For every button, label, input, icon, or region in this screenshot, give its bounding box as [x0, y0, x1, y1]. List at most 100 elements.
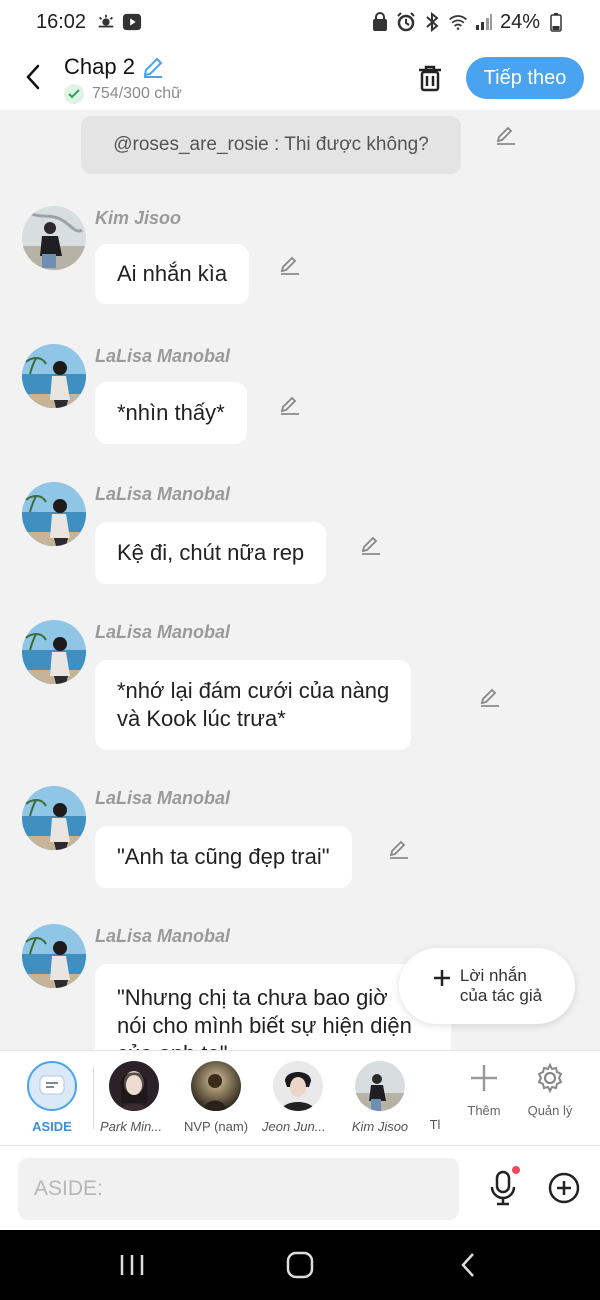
- mic-button[interactable]: [484, 1166, 522, 1208]
- author-note-line: của tác giả: [459, 986, 543, 1005]
- message-line: nói cho mình biết sự hiện diện: [117, 1013, 412, 1038]
- message-bubble[interactable]: Kệ đi, chút nữa rep: [95, 522, 327, 584]
- home-button[interactable]: [280, 1250, 320, 1280]
- weather-icon: [96, 12, 116, 32]
- avatar[interactable]: [22, 482, 86, 546]
- word-count: 754/300 chữ: [92, 85, 182, 102]
- avatar: [273, 1061, 323, 1111]
- add-character-button[interactable]: Thêm: [462, 1063, 506, 1118]
- next-button[interactable]: Tiếp theo: [466, 57, 584, 99]
- character-partial[interactable]: Tl: [428, 1117, 442, 1132]
- status-time: 16:02: [36, 10, 87, 33]
- character-bar: ASIDE Park Min... NVP (nam) Jeon Jun... …: [0, 1050, 600, 1145]
- sender-name: Kim Jisoo: [95, 208, 182, 228]
- message-line: Ai nhắn kìa: [117, 261, 228, 286]
- header: Chap 2 754/300 chữ Tiếp theo: [0, 44, 600, 110]
- gear-icon: [537, 1063, 563, 1093]
- sender-name: LaLisa Manobal: [95, 926, 231, 946]
- plus-circle-icon: [548, 1172, 580, 1204]
- avatar[interactable]: [22, 620, 86, 684]
- avatar[interactable]: [22, 206, 86, 270]
- status-left-icons: [96, 12, 142, 32]
- sender-name: LaLisa Manobal: [95, 788, 231, 808]
- chat-area[interactable]: @roses_are_rosie : Thi được không? Kim J…: [0, 110, 600, 1050]
- character-label: Kim Jisoo: [351, 1119, 409, 1134]
- back-button[interactable]: [18, 62, 48, 92]
- status-bar: 16:02 24%: [0, 0, 600, 44]
- message-bubble[interactable]: *nhìn thấy*: [95, 382, 247, 444]
- sender-name: LaLisa Manobal: [95, 484, 231, 504]
- avatar[interactable]: [22, 344, 86, 408]
- battery-icon: [546, 12, 566, 32]
- sender-name: LaLisa Manobal: [95, 346, 231, 366]
- edit-icon[interactable]: [493, 122, 519, 148]
- edit-title-icon[interactable]: [141, 55, 165, 79]
- character-label: NVP (nam): [183, 1119, 249, 1134]
- message-line: *nhìn thấy*: [117, 400, 225, 425]
- back-nav-button[interactable]: [448, 1250, 488, 1280]
- status-right-icons: 24%: [370, 11, 566, 34]
- avatar[interactable]: [22, 786, 86, 850]
- aside-avatar: [27, 1061, 77, 1111]
- bluetooth-icon: [422, 12, 442, 32]
- message-bubble[interactable]: "Anh ta cũng đẹp trai": [95, 826, 352, 888]
- character-label: Tl: [429, 1117, 441, 1132]
- lock-icon: [370, 12, 390, 32]
- avatar[interactable]: [22, 924, 86, 988]
- avatar: [109, 1061, 159, 1111]
- delete-button[interactable]: [412, 60, 448, 96]
- message-line: Kệ đi, chút nữa rep: [117, 540, 305, 565]
- avatar: [355, 1061, 405, 1111]
- message-line: "Nhưng chị ta chưa bao giờ: [117, 985, 388, 1010]
- input-bar: [0, 1145, 600, 1230]
- character-park[interactable]: Park Min...: [100, 1061, 168, 1134]
- add-attachment-button[interactable]: [546, 1170, 582, 1206]
- chat-bubble-icon: [39, 1075, 65, 1095]
- back-arrow-icon: [461, 1253, 474, 1277]
- chevron-left-icon: [26, 64, 40, 90]
- character-jisoo[interactable]: Kim Jisoo: [346, 1061, 414, 1134]
- notification-dot: [512, 1166, 520, 1174]
- battery-percent: 24%: [499, 10, 540, 33]
- media-icon: [122, 12, 142, 32]
- plus-icon: [471, 1065, 497, 1091]
- manage-label: Quản lý: [527, 1103, 573, 1118]
- message-bubble[interactable]: Ai nhắn kìa: [95, 244, 250, 304]
- signal-icon: [474, 12, 494, 32]
- title-block: Chap 2 754/300 chữ: [64, 54, 182, 104]
- manage-button[interactable]: Quản lý: [524, 1063, 576, 1118]
- author-note-line: Lời nhắn: [459, 966, 527, 985]
- message-bubble[interactable]: "Nhưng chị ta chưa bao giờ nói cho mình …: [95, 964, 451, 1050]
- plus-icon: [433, 970, 450, 986]
- message-line: của anh ta": [117, 1040, 429, 1050]
- edit-icon[interactable]: [277, 252, 303, 278]
- character-nvp[interactable]: NVP (nam): [180, 1061, 252, 1134]
- navigation-bar: [0, 1230, 600, 1300]
- character-jeon[interactable]: Jeon Jun...: [262, 1061, 334, 1134]
- author-note-button[interactable]: Lời nhắn của tác giả: [399, 948, 575, 1024]
- microphone-icon: [490, 1170, 516, 1206]
- message-input[interactable]: [18, 1158, 459, 1220]
- recent-apps-button[interactable]: [112, 1250, 152, 1280]
- home-icon: [286, 1251, 314, 1279]
- message-line: "Anh ta cũng đẹp trai": [117, 844, 330, 869]
- edit-icon[interactable]: [386, 836, 412, 862]
- recent-apps-icon: [120, 1255, 144, 1275]
- character-aside[interactable]: ASIDE: [27, 1061, 77, 1134]
- character-label: ASIDE: [32, 1119, 72, 1134]
- page-title: Chap 2: [64, 54, 135, 79]
- edit-icon[interactable]: [358, 532, 384, 558]
- character-label: Jeon Jun...: [262, 1119, 326, 1134]
- edit-icon[interactable]: [477, 684, 503, 710]
- wifi-icon: [448, 12, 468, 32]
- message-bubble[interactable]: *nhớ lại đám cưới của nàng và Kook lúc t…: [95, 660, 412, 750]
- sender-name: LaLisa Manobal: [95, 622, 231, 642]
- avatar: [191, 1061, 241, 1111]
- trash-icon: [419, 65, 441, 92]
- quoted-message[interactable]: @roses_are_rosie : Thi được không?: [81, 116, 461, 174]
- alarm-icon: [396, 12, 416, 32]
- divider: [93, 1067, 94, 1129]
- edit-icon[interactable]: [277, 392, 303, 418]
- message-line: và Kook lúc trưa*: [117, 706, 286, 731]
- message-line: *nhớ lại đám cưới của nàng: [117, 678, 390, 703]
